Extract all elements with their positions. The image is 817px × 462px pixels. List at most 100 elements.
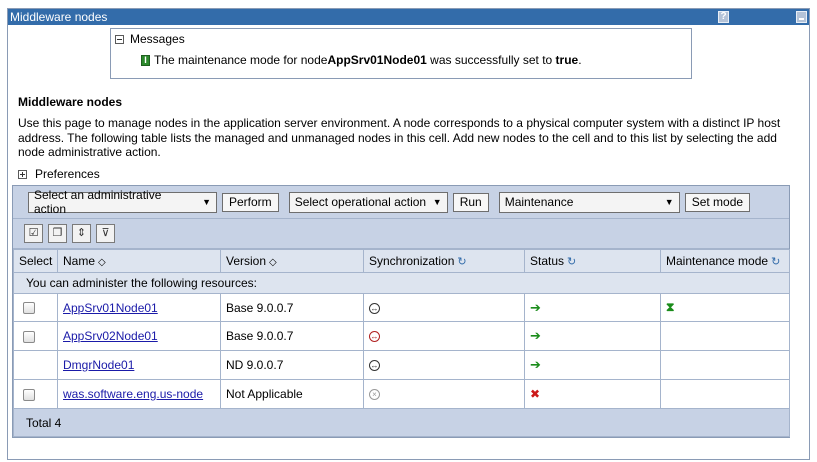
minimize-icon[interactable] bbox=[796, 11, 807, 23]
col-maintenance: Maintenance mode ↻ bbox=[660, 249, 790, 273]
stopped-icon: ✖ bbox=[530, 387, 541, 401]
preferences-toggle[interactable]: Preferences bbox=[18, 167, 100, 181]
node-link[interactable]: AppSrv01Node01 bbox=[63, 301, 158, 315]
row-checkbox[interactable] bbox=[23, 330, 35, 343]
chevron-down-icon: ▼ bbox=[664, 197, 674, 207]
run-button[interactable]: Run bbox=[452, 192, 489, 212]
version-cell: Base 9.0.0.7 bbox=[220, 321, 364, 351]
message-line: I The maintenance mode for node AppSrv01… bbox=[141, 52, 582, 68]
col-sync: Synchronization ↻ bbox=[363, 249, 525, 273]
name-cell: AppSrv02Node01 bbox=[57, 321, 221, 351]
col-maintenance-label: Maintenance mode bbox=[666, 254, 769, 268]
perform-button[interactable]: Perform bbox=[222, 192, 279, 212]
select-all-icon[interactable]: ☑ bbox=[24, 224, 43, 243]
col-name-label: Name bbox=[63, 254, 96, 268]
sort-icon[interactable]: ◇ bbox=[98, 257, 106, 268]
page-description: Use this page to manage nodes in the app… bbox=[18, 116, 781, 159]
panel-titlebar: Middleware nodes ? bbox=[8, 9, 809, 25]
mode-value: Maintenance bbox=[504, 195, 574, 209]
table-row: DmgrNode01 ND 9.0.0.7 ↔ ➔ bbox=[13, 350, 790, 380]
messages-header[interactable]: Messages bbox=[115, 32, 185, 46]
total-row: Total 4 bbox=[13, 408, 790, 437]
not-synchronized-icon: ↔ bbox=[369, 331, 380, 343]
messages-header-label: Messages bbox=[130, 32, 185, 46]
started-icon: ➔ bbox=[530, 299, 541, 315]
node-link[interactable]: DmgrNode01 bbox=[63, 358, 134, 372]
version-cell: Not Applicable bbox=[220, 379, 364, 409]
hourglass-icon: ⧗ bbox=[666, 300, 675, 314]
help-icon[interactable]: ? bbox=[718, 11, 729, 23]
table-icon-toolbar: ☑ ❐ ⇕ ⊽ bbox=[13, 219, 789, 249]
row-checkbox[interactable] bbox=[23, 302, 35, 315]
sync-cell: ↔ bbox=[363, 293, 525, 322]
not-applicable-icon: × bbox=[369, 389, 380, 401]
message-value: true bbox=[555, 53, 579, 67]
sync-cell: ↔ bbox=[363, 350, 525, 380]
messages-box: Messages I The maintenance mode for node… bbox=[110, 28, 692, 79]
select-cell bbox=[13, 293, 58, 322]
node-link[interactable]: AppSrv02Node01 bbox=[63, 329, 158, 343]
table-row: AppSrv02Node01 Base 9.0.0.7 ↔ ➔ bbox=[13, 321, 790, 351]
name-cell: DmgrNode01 bbox=[57, 350, 221, 380]
nodes-table: Select Name ◇ Version ◇ Synchronization ↻ S… bbox=[13, 249, 790, 437]
group-row: You can administer the following resourc… bbox=[13, 272, 790, 294]
show-filter-icon[interactable]: ⊽ bbox=[96, 224, 115, 243]
maintenance-cell bbox=[660, 321, 790, 351]
deselect-all-icon[interactable]: ❐ bbox=[48, 224, 67, 243]
version-cell: Base 9.0.0.7 bbox=[220, 293, 364, 322]
status-cell: ➔ bbox=[524, 293, 661, 322]
col-select: Select bbox=[13, 249, 58, 273]
col-version-label: Version bbox=[226, 254, 267, 268]
sort-icon[interactable]: ◇ bbox=[269, 257, 277, 268]
select-cell bbox=[13, 321, 58, 351]
table-row: was.software.eng.us-node Not Applicable … bbox=[13, 379, 790, 409]
name-cell: AppSrv01Node01 bbox=[57, 293, 221, 322]
admin-action-select[interactable]: Select an administrative action ▼ bbox=[28, 188, 217, 216]
operational-action-select[interactable]: Select operational action ▼ bbox=[288, 191, 448, 213]
message-text-suffix: . bbox=[578, 53, 582, 67]
row-checkbox[interactable] bbox=[23, 388, 35, 401]
col-sync-label: Synchronization bbox=[369, 254, 455, 268]
collapse-icon[interactable] bbox=[115, 34, 124, 44]
message-node-name: AppSrv01Node01 bbox=[327, 53, 427, 67]
refresh-icon[interactable]: ↻ bbox=[567, 256, 576, 268]
group-label: You can administer the following resourc… bbox=[13, 272, 790, 294]
table-row: AppSrv01Node01 Base 9.0.0.7 ↔ ➔ ⧗ bbox=[13, 293, 790, 322]
panel-title: Middleware nodes bbox=[10, 10, 108, 24]
node-link[interactable]: was.software.eng.us-node bbox=[63, 387, 203, 401]
chevron-down-icon: ▼ bbox=[432, 197, 442, 207]
mode-select[interactable]: Maintenance ▼ bbox=[498, 191, 680, 213]
col-status-label: Status bbox=[530, 254, 565, 268]
message-text-middle: was successfully set to bbox=[426, 53, 556, 67]
sync-cell: × bbox=[363, 379, 525, 409]
started-icon: ➔ bbox=[530, 328, 541, 343]
status-cell: ✖ bbox=[524, 379, 661, 409]
synchronized-icon: ↔ bbox=[369, 302, 380, 314]
expand-filter-icon[interactable]: ⇕ bbox=[72, 224, 91, 243]
select-cell bbox=[13, 379, 58, 409]
name-cell: was.software.eng.us-node bbox=[57, 379, 221, 409]
maintenance-cell: ⧗ bbox=[660, 293, 790, 322]
col-status: Status ↻ bbox=[524, 249, 661, 273]
table-header-row: Select Name ◇ Version ◇ Synchronization ↻ S… bbox=[13, 249, 790, 273]
select-cell bbox=[13, 350, 58, 380]
maintenance-cell bbox=[660, 379, 790, 409]
col-name[interactable]: Name ◇ bbox=[57, 249, 221, 273]
col-version[interactable]: Version ◇ bbox=[220, 249, 364, 273]
synchronized-icon: ↔ bbox=[369, 360, 380, 372]
expand-icon[interactable] bbox=[18, 169, 27, 179]
refresh-icon[interactable]: ↻ bbox=[771, 256, 780, 268]
set-mode-button[interactable]: Set mode bbox=[684, 192, 751, 212]
status-cell: ➔ bbox=[524, 350, 661, 380]
page-title: Middleware nodes bbox=[18, 95, 123, 109]
refresh-icon[interactable]: ↻ bbox=[457, 256, 466, 268]
version-cell: ND 9.0.0.7 bbox=[220, 350, 364, 380]
sync-cell: ↔ bbox=[363, 321, 525, 351]
status-cell: ➔ bbox=[524, 321, 661, 351]
operational-action-value: Select operational action bbox=[294, 195, 427, 209]
action-toolbar: Select an administrative action ▼ Perfor… bbox=[13, 186, 789, 219]
maintenance-cell bbox=[660, 350, 790, 380]
info-message-icon: I bbox=[141, 54, 150, 66]
chevron-down-icon: ▼ bbox=[202, 197, 211, 207]
message-text-prefix: The maintenance mode for node bbox=[154, 53, 328, 67]
